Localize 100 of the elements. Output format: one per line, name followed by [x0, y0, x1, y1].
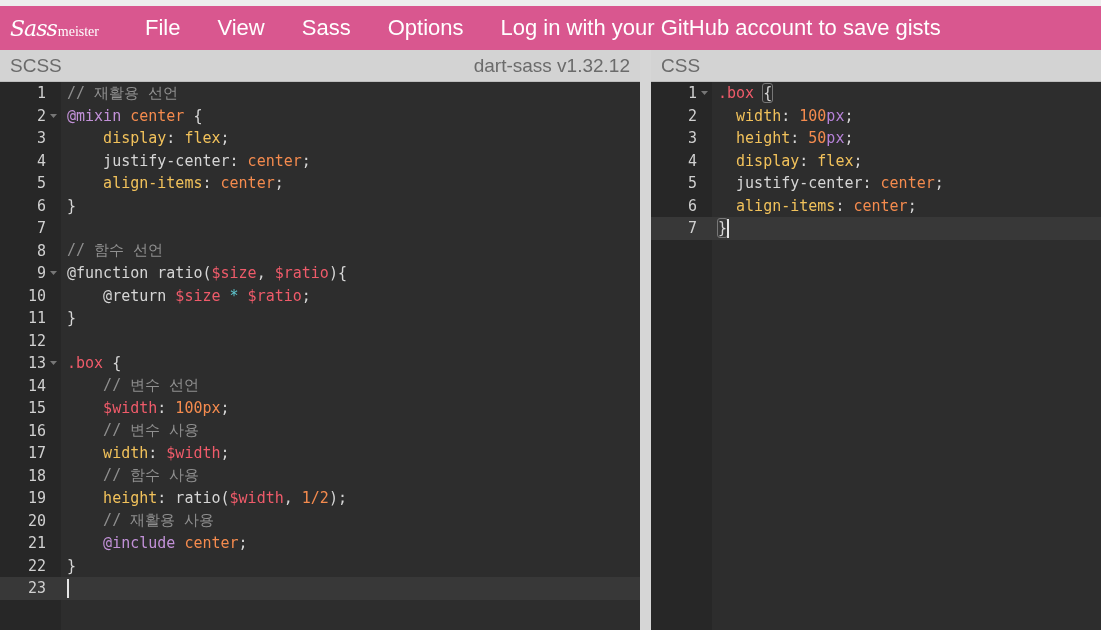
code-comment: // 재활용 선언: [67, 83, 179, 103]
code-property: flex: [817, 151, 854, 170]
pane-title: CSS: [661, 54, 701, 77]
code-text: );: [328, 489, 347, 508]
code-value: center: [247, 151, 302, 170]
line-number: 3: [686, 129, 697, 148]
code-selector: .box: [718, 84, 756, 103]
code-property: width: [103, 444, 149, 463]
code-property: height: [103, 489, 158, 508]
code-editor[interactable]: [0, 82, 640, 630]
code-editor[interactable]: 1 .box { 2 width: 100px; 3 height: 50px; 4 display: flex; 5 justify-center: center; 6 align-items: center; 7 }: [651, 82, 1101, 630]
line-number: 20: [26, 511, 46, 530]
code-text: justify-center:: [736, 174, 873, 193]
menu-item[interactable]: View: [217, 15, 265, 41]
line-number: 10: [26, 286, 46, 305]
code-text: ,: [283, 489, 294, 508]
code-comment: // 변수 사용: [103, 421, 200, 441]
code-text: ;: [274, 174, 284, 193]
code-variable: $size: [211, 264, 257, 283]
code-value: center: [220, 174, 275, 193]
menu-item[interactable]: Options: [387, 15, 464, 41]
fold-caret-icon[interactable]: [701, 91, 708, 96]
line-number: 6: [35, 196, 46, 215]
code-operator: *: [229, 286, 240, 305]
fold-caret-icon[interactable]: [50, 113, 57, 118]
line-number: 23: [26, 579, 46, 598]
fold-caret-icon[interactable]: [50, 361, 57, 366]
code-comment: // 함수 선언: [67, 241, 164, 261]
matched-bracket: }: [718, 219, 728, 238]
matched-bracket: {: [763, 84, 773, 103]
code-value: center: [853, 196, 908, 215]
fold-caret-icon[interactable]: [50, 271, 57, 276]
code-text: ;: [220, 129, 230, 148]
code-text: {: [192, 106, 203, 125]
line-number: 5: [35, 174, 46, 193]
code-text: :: [790, 129, 801, 148]
code-text: : ratio(: [157, 489, 230, 508]
line-number: 2: [686, 106, 697, 125]
line-number: 14: [26, 376, 46, 395]
compiler-version[interactable]: dart-sass v1.32.12: [473, 54, 630, 77]
line-number: 22: [26, 556, 46, 575]
code-text: ;: [907, 196, 917, 215]
line-number: 5: [686, 174, 697, 193]
code-text: ;: [853, 151, 863, 170]
code-text: ){: [328, 264, 347, 283]
line-number: 8: [35, 241, 46, 260]
menu-item[interactable]: Sass: [301, 15, 351, 41]
menu-item[interactable]: File: [145, 15, 181, 41]
code-text: :: [835, 196, 846, 215]
line-number: 1: [686, 84, 697, 103]
line-number: 19: [26, 489, 46, 508]
code-value: center: [130, 106, 185, 125]
line-number: 4: [35, 151, 46, 170]
code-value: 100: [799, 106, 827, 125]
code-comment: // 재활용 사용: [103, 511, 215, 531]
code-variable: $ratio: [247, 286, 302, 305]
code-text: ;: [238, 534, 248, 553]
line-number: 1: [35, 84, 46, 103]
code-text: ,: [256, 264, 267, 283]
code-comment: // 함수 사용: [103, 466, 200, 486]
code-text: justify-center:: [103, 151, 240, 170]
code-keyword: @include: [103, 534, 177, 553]
line-number: 18: [26, 466, 46, 485]
code-value: center: [880, 174, 935, 193]
code-variable: $size: [175, 286, 222, 305]
code-property: align-items: [103, 174, 203, 193]
code-text: {: [111, 354, 122, 373]
code-text: ;: [220, 399, 230, 418]
line-number: 2: [35, 106, 46, 125]
code-property: display: [103, 129, 167, 148]
line-number: 7: [686, 219, 697, 238]
code-variable: $ratio: [274, 264, 329, 283]
code-text: @return: [103, 286, 168, 305]
code-unit: px: [826, 129, 845, 148]
logo[interactable]: Sassmeister: [10, 15, 105, 41]
code-property: height: [736, 129, 791, 148]
code-variable: $width: [229, 489, 284, 508]
code-comment: // 변수 선언: [103, 376, 200, 396]
line-number: 7: [35, 219, 46, 238]
code-value: 50: [808, 129, 827, 148]
line-number: 12: [26, 331, 46, 350]
line-number: 16: [26, 421, 46, 440]
code-selector: .box: [67, 354, 104, 373]
code-text: :: [166, 129, 177, 148]
line-number: 9: [35, 264, 46, 283]
code-text: ;: [220, 444, 230, 463]
code-keyword: @mixin: [67, 106, 123, 125]
line-number: 13: [26, 354, 46, 373]
code-text: @function ratio(: [67, 264, 212, 283]
code-text: :: [202, 174, 213, 193]
code-property: display: [736, 151, 800, 170]
code-variable: $width: [166, 444, 221, 463]
code-text: }: [67, 309, 77, 328]
line-number: 11: [26, 309, 46, 328]
code-text: ;: [934, 174, 944, 193]
code-text: }: [67, 556, 77, 575]
menu-item[interactable]: Log in with your GitHub account to save gists: [500, 15, 941, 41]
line-number: 21: [26, 534, 46, 553]
code-unit: px: [826, 106, 845, 125]
code-text: :: [781, 106, 792, 125]
